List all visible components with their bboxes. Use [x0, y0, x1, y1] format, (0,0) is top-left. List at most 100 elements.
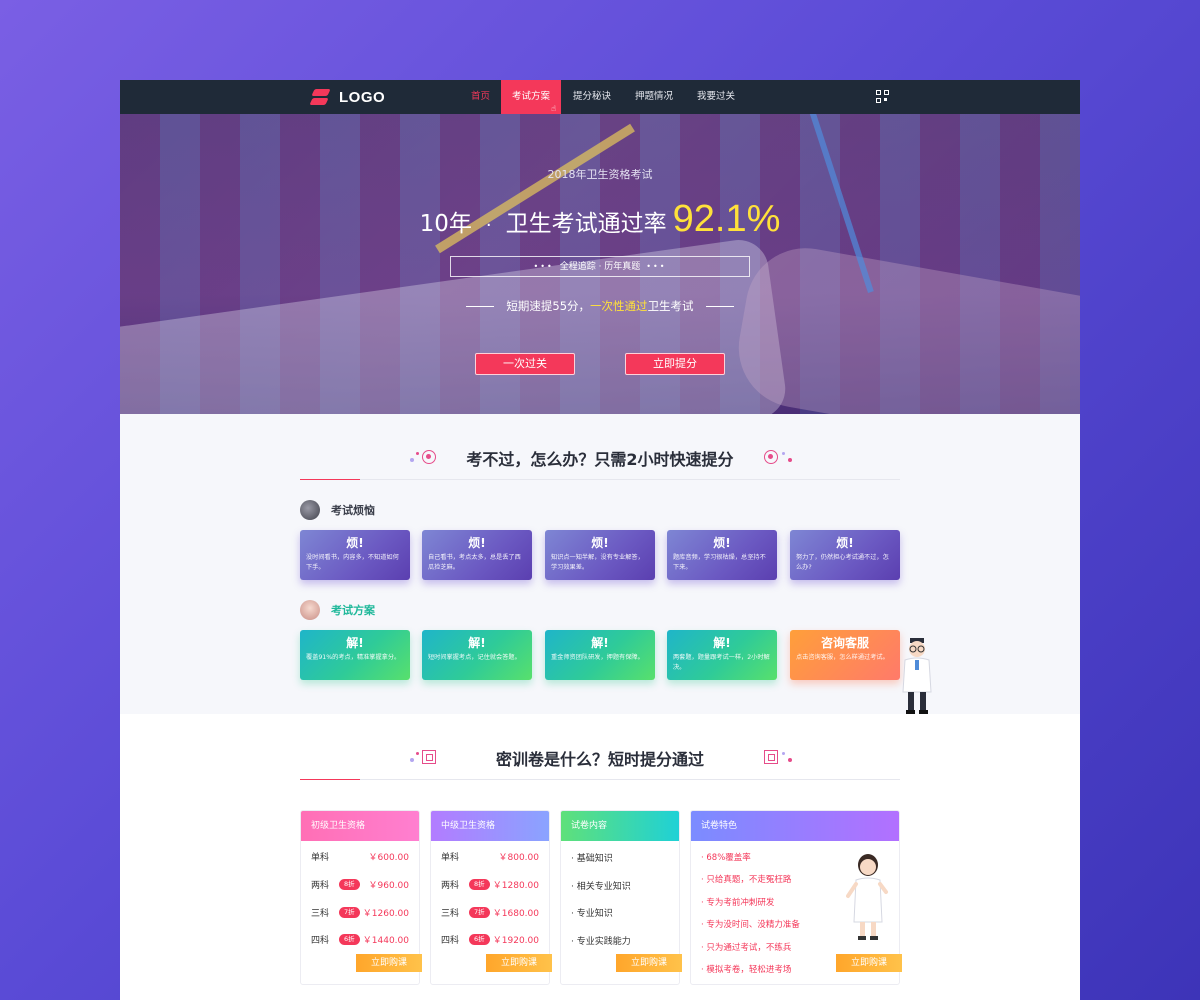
price-row-price: ￥800.00 [498, 852, 540, 863]
primary-buy-button[interactable]: 立即购课 [356, 954, 422, 972]
plan-card[interactable]: 解! 两套题，题量跟考试一样，2小时解决。 [667, 630, 777, 680]
page-frame: LOGO 首页 考试方案 ☝ 提分秘诀 押题情况 我要过关 2018年卫生资格考… [120, 80, 1080, 1000]
top-navbar: LOGO 首页 考试方案 ☝ 提分秘诀 押题情况 我要过关 [120, 80, 1080, 114]
hero-tagline: 短期速提55分，一次性通过卫生考试 [120, 298, 1080, 314]
worry-card-desc: 知识点一知半解，没有专业解答，学习效果差。 [551, 554, 644, 571]
price-row-price: ￥1260.00 [362, 908, 409, 919]
worry-card-title: 烦! [591, 536, 609, 550]
intermediate-card-header: 中级卫生资格 [431, 811, 549, 841]
hero-banner: 2018年卫生资格考试 10年 · 卫生考试通过率 92.1% ••• 全程追踪 · 历… [120, 114, 1080, 414]
worry-card[interactable]: 烦! 没时间看书，内容多，不知道如何下手。 [300, 530, 410, 580]
pass-once-button[interactable]: 一次过关 [475, 353, 575, 375]
plan-card-desc: 两套题，题量跟考试一样，2小时解决。 [673, 654, 770, 671]
hero-box-dots-left: ••• [533, 262, 554, 271]
price-row-price: ￥1440.00 [362, 935, 409, 946]
price-row: 三科 7折 ￥1680.00 [441, 905, 539, 919]
plan-card-title: 解! [468, 636, 486, 650]
worry-card-desc: 努力了，仍然担心考试通不过，怎么办? [796, 554, 889, 571]
nav-menu: 首页 考试方案 ☝ 提分秘诀 押题情况 我要过关 [460, 80, 747, 114]
feature-list-item: · 68%覆盖率 [701, 853, 751, 863]
price-row-name: 三科 [311, 908, 330, 919]
hero-bg-hand [729, 238, 1080, 414]
price-row: 两科 8折 ￥1280.00 [441, 877, 539, 891]
spark-decoration [782, 452, 785, 455]
nurse-illustration [846, 854, 888, 940]
intermediate-buy-button[interactable]: 立即购课 [486, 954, 552, 972]
content-list-item: · 专业知识 [571, 909, 613, 919]
primary-card-header: 初级卫生资格 [301, 811, 419, 841]
hero-tagline-part2: 卫生考试 [647, 299, 694, 313]
worry-avatar [300, 500, 320, 520]
price-row: 单科 ￥600.00 [311, 849, 409, 863]
logo-text: LOGO [339, 88, 386, 106]
price-row: 单科 ￥800.00 [441, 849, 539, 863]
doctor-illustration [902, 638, 932, 714]
tagline-dash-right [705, 306, 734, 307]
features-buy-button[interactable]: 立即购课 [836, 954, 902, 972]
plan-card[interactable]: 解! 短时间掌握考点，记住就会答题。 [422, 630, 532, 680]
worry-card-title: 烦! [836, 536, 854, 550]
hero-box-text: 全程追踪 · 历年真题 [559, 262, 641, 272]
worry-card[interactable]: 烦! 题库音频，学习很枯燥，总坚持不下来。 [667, 530, 777, 580]
price-row-price: ￥1280.00 [492, 880, 539, 891]
price-row: 四科 6折 ￥1920.00 [441, 932, 539, 946]
hero-title: 10年 · 卫生考试通过率 92.1% [120, 198, 1080, 241]
section-papers-title: 密训卷是什么？短时提分通过 [495, 750, 704, 769]
price-row-name: 单科 [441, 852, 460, 863]
plan-row-label: 考试方案 [300, 600, 375, 620]
logo-icon [309, 87, 331, 107]
discount-badge: 8折 [469, 878, 490, 890]
price-row-name: 四科 [311, 935, 330, 946]
divider-accent [300, 479, 360, 480]
worry-card[interactable]: 烦! 努力了，仍然担心考试通不过，怎么办? [790, 530, 900, 580]
plan-card-title: 解! [346, 636, 364, 650]
discount-badge: 7折 [339, 906, 360, 918]
plan-card[interactable]: 解! 重金师资团队研发，押题有保障。 [545, 630, 655, 680]
nav-item-home[interactable]: 首页 [460, 80, 501, 114]
nav-item-predicted-questions[interactable]: 押题情况 [623, 80, 685, 114]
plan-card[interactable]: 解! 覆盖91%的考点，精准掌握拿分。 [300, 630, 410, 680]
feature-list-item: · 只为通过考试，不练兵 [701, 943, 792, 953]
nav-item-score-tips[interactable]: 提分秘诀 [561, 80, 623, 114]
boost-score-button[interactable]: 立即提分 [625, 353, 725, 375]
nav-item-pass[interactable]: 我要过关 [685, 80, 747, 114]
worry-card[interactable]: 烦! 知识点一知半解，没有专业解答，学习效果差。 [545, 530, 655, 580]
price-row-name: 三科 [441, 908, 460, 919]
price-row-name: 单科 [311, 852, 330, 863]
price-row-price: ￥960.00 [368, 880, 410, 891]
worry-card-title: 烦! [468, 536, 486, 550]
pointer-cursor-icon: ☝ [551, 104, 556, 113]
tagline-dash-left [466, 306, 495, 307]
consult-service-card[interactable]: 咨询客服 点击咨询客服，怎么样通过考试。 [790, 630, 900, 680]
discount-badge: 6折 [469, 933, 490, 945]
content-buy-button[interactable]: 立即购课 [616, 954, 682, 972]
plan-avatar [300, 600, 320, 620]
discount-badge: 7折 [469, 906, 490, 918]
content-list-item: · 相关专业知识 [571, 882, 631, 892]
logo[interactable]: LOGO [309, 87, 386, 107]
feature-list-item: · 模拟考卷，轻松进考场 [701, 965, 792, 975]
price-row-name: 两科 [311, 880, 330, 891]
feature-list-item: · 专为没时间、没精力准备 [701, 920, 800, 930]
worry-card-title: 烦! [713, 536, 731, 550]
spark-decoration [782, 752, 785, 755]
hero-title-prefix: 10年 [419, 211, 472, 237]
feature-list-item: · 专为考前冲刺研发 [701, 898, 775, 908]
nav-item-exam-plan[interactable]: 考试方案 ☝ [501, 80, 562, 114]
plan-card-desc: 重金师资团队研发，押题有保障。 [551, 654, 644, 661]
hero-box-dots-right: ••• [646, 262, 667, 271]
plan-card-title: 解! [713, 636, 731, 650]
square-deco-icon [764, 750, 778, 764]
qr-code-icon[interactable] [876, 90, 889, 103]
hero-title-main: 卫生考试通过率 [505, 211, 667, 237]
hero-pass-rate: 92.1% [672, 198, 781, 240]
price-row-price: ￥1680.00 [492, 908, 539, 919]
hero-tagline-highlight: 一次性通过 [590, 299, 648, 313]
price-row: 两科 8折 ￥960.00 [311, 877, 409, 891]
worry-card-title: 烦! [346, 536, 364, 550]
content-card-header: 试卷内容 [561, 811, 679, 841]
plan-card-desc: 覆盖91%的考点，精准掌握拿分。 [306, 654, 401, 661]
worry-card[interactable]: 烦! 自己看书，考点太多，总是丢了西瓜捡芝麻。 [422, 530, 532, 580]
section-worries-divider [300, 479, 900, 480]
consult-service-desc: 点击咨询客服，怎么样通过考试。 [796, 654, 889, 661]
